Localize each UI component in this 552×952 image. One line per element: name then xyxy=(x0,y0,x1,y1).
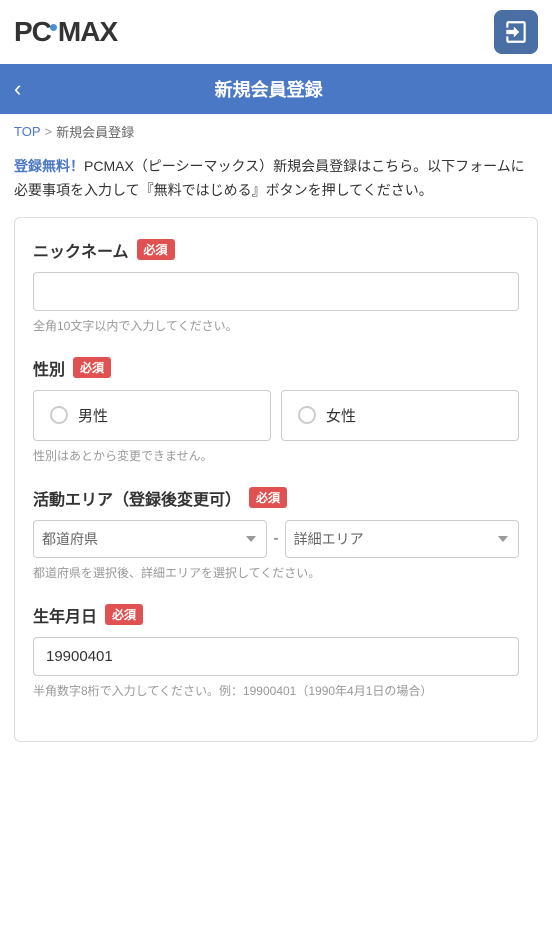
description: 登録無料！PCMAX（ピーシーマックス）新規会員登録はこちら。以下フォームに必要… xyxy=(0,149,552,217)
gender-male-label: 男性 xyxy=(78,405,108,426)
breadcrumb: TOP > 新規会員登録 xyxy=(0,114,552,149)
gender-female-label: 女性 xyxy=(326,405,356,426)
birthday-group: 生年月日 必須 半角数字8桁で入力してください。例：19900401（1990年… xyxy=(33,603,519,699)
nav-title: 新規会員登録 xyxy=(31,76,506,102)
gender-group: 性別 必須 男性 女性 性別はあとから変更できません。 xyxy=(33,356,519,464)
top-header: PCMAX xyxy=(0,0,552,64)
nickname-label: ニックネーム xyxy=(33,238,129,262)
gender-male-radio-circle xyxy=(50,406,68,424)
birthday-label: 生年月日 xyxy=(33,603,97,627)
nickname-group: ニックネーム 必須 全角10文字以内で入力してください。 xyxy=(33,238,519,334)
nickname-required-badge: 必須 xyxy=(137,239,175,260)
login-icon-button[interactable] xyxy=(494,10,538,54)
area-label: 活動エリア（登録後変更可） xyxy=(33,486,241,510)
birthday-required-badge: 必須 xyxy=(105,604,143,625)
prefecture-select[interactable]: 都道府県 xyxy=(33,520,267,558)
area-required-badge: 必須 xyxy=(249,487,287,508)
detail-area-select[interactable]: 詳細エリア xyxy=(285,520,519,558)
form-card: ニックネーム 必須 全角10文字以内で入力してください。 性別 必須 男性 女性… xyxy=(14,217,538,742)
gender-required-badge: 必須 xyxy=(73,357,111,378)
nickname-hint: 全角10文字以内で入力してください。 xyxy=(33,317,519,334)
area-hint: 都道府県を選択後、詳細エリアを選択してください。 xyxy=(33,564,519,581)
gender-male-option[interactable]: 男性 xyxy=(33,390,271,441)
area-separator: - xyxy=(273,530,278,548)
gender-radio-group: 男性 女性 xyxy=(33,390,519,441)
gender-female-option[interactable]: 女性 xyxy=(281,390,519,441)
logo: PCMAX xyxy=(14,18,117,46)
birthday-input[interactable] xyxy=(33,637,519,676)
nickname-input[interactable] xyxy=(33,272,519,311)
description-body: PCMAX（ピーシーマックス）新規会員登録はこちら。以下フォームに必要事項を入力… xyxy=(14,158,525,198)
gender-label-row: 性別 必須 xyxy=(33,356,519,380)
birthday-hint: 半角数字8桁で入力してください。例：19900401（1990年4月1日の場合） xyxy=(33,682,519,699)
area-selects: 都道府県 - 詳細エリア xyxy=(33,520,519,558)
breadcrumb-current: 新規会員登録 xyxy=(56,122,134,141)
description-highlight: 登録無料！ xyxy=(14,158,84,174)
area-group: 活動エリア（登録後変更可） 必須 都道府県 - 詳細エリア 都道府県を選択後、詳… xyxy=(33,486,519,581)
gender-label: 性別 xyxy=(33,356,65,380)
gender-hint: 性別はあとから変更できません。 xyxy=(33,447,519,464)
back-button[interactable]: ‹ xyxy=(14,78,21,100)
birthday-label-row: 生年月日 必須 xyxy=(33,603,519,627)
nav-bar: ‹ 新規会員登録 xyxy=(0,64,552,114)
area-label-row: 活動エリア（登録後変更可） 必須 xyxy=(33,486,519,510)
breadcrumb-top-link[interactable]: TOP xyxy=(14,124,41,139)
gender-female-radio-circle xyxy=(298,406,316,424)
breadcrumb-separator: > xyxy=(45,124,53,139)
nickname-label-row: ニックネーム 必須 xyxy=(33,238,519,262)
